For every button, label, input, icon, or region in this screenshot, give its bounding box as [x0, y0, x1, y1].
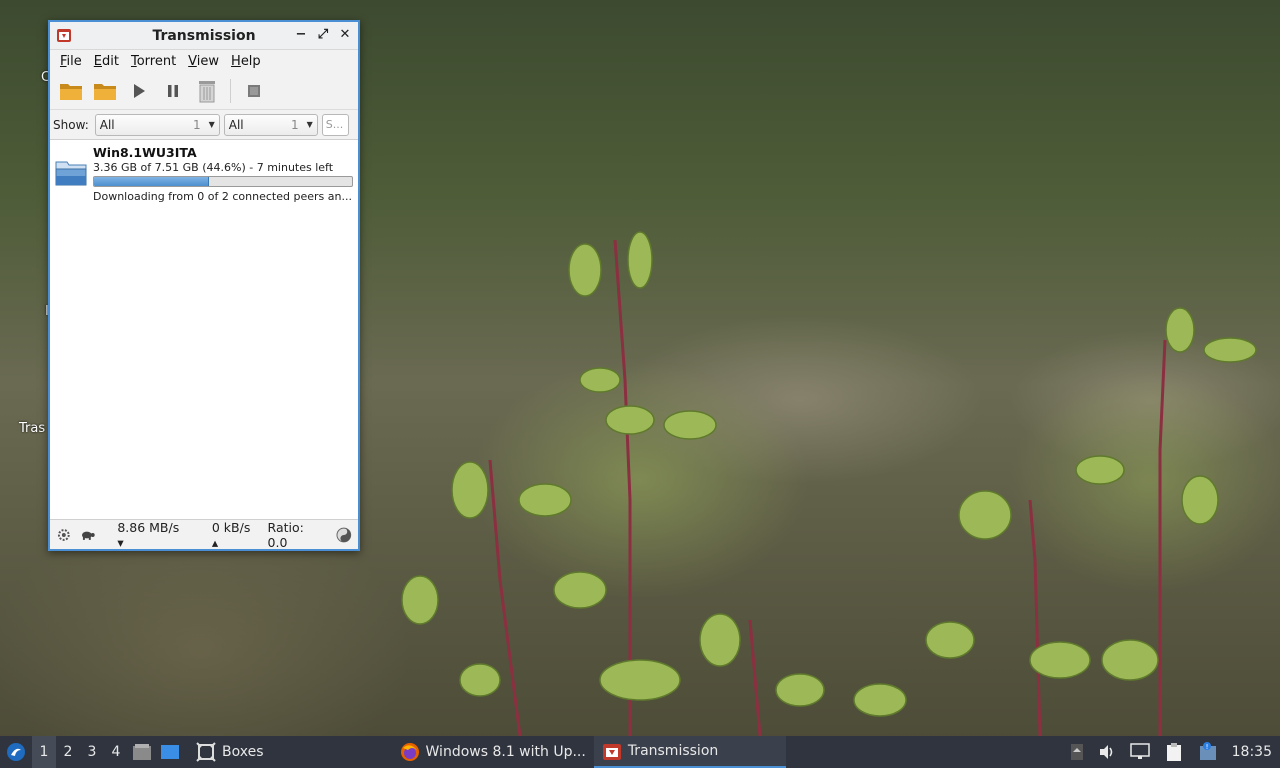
clock[interactable]: 18:35	[1232, 744, 1272, 760]
torrent-progress-text: 3.36 GB of 7.51 GB (44.6%) - 7 minutes l…	[93, 161, 334, 174]
torrent-row[interactable]: Win8.1WU3ITA 3.36 GB of 7.51 GB (44.6%) …	[50, 141, 358, 205]
tracker-filter-count: 1	[290, 117, 299, 132]
chevron-down-icon: ▼	[306, 120, 313, 129]
tracker-filter-value: All	[228, 117, 244, 132]
status-bar: 8.86 MB/s ▾ 0 kB/s ▴ Ratio: 0.0	[50, 519, 358, 550]
torrent-progress-bar	[93, 176, 353, 187]
torrent-list: Win8.1WU3ITA 3.36 GB of 7.51 GB (44.6%) …	[50, 141, 358, 519]
taskbar: 1 2 3 4 Boxes Windows 8.1 with Up... Tra…	[0, 736, 1280, 768]
network-icon[interactable]	[1129, 743, 1150, 761]
gear-icon[interactable]	[56, 527, 72, 543]
task-boxes[interactable]: Boxes	[188, 736, 272, 768]
boxes-icon	[196, 742, 216, 762]
search-input[interactable]: S...	[321, 113, 349, 136]
open-url-button[interactable]	[90, 76, 120, 106]
open-url-folder-icon	[94, 83, 116, 100]
progress-fill	[94, 177, 210, 186]
activity-filter-select[interactable]: All 1 ▼	[94, 113, 220, 136]
properties-icon	[248, 84, 260, 97]
turtle-icon[interactable]	[80, 529, 96, 541]
activity-filter-count: 1	[192, 117, 201, 132]
filter-bar: Show: All 1 ▼ All 1 ▼ S...	[50, 110, 358, 140]
menu-edit[interactable]: Edit	[88, 54, 125, 69]
svg-text:!: !	[1205, 743, 1208, 751]
start-button[interactable]	[124, 76, 154, 106]
upload-speed: 0 kB/s ▴	[211, 519, 251, 550]
lxqt-menu-icon	[7, 743, 25, 761]
volume-icon[interactable]	[1098, 743, 1116, 761]
maximize-button[interactable]: ⤢	[316, 26, 330, 44]
window-titlebar[interactable]: Transmission − ⤢ ✕	[50, 22, 358, 50]
desktop-icon-label[interactable]: Tras	[19, 421, 45, 436]
system-tray: ! 18:35	[1070, 736, 1280, 768]
menu-torrent[interactable]: Torrent	[125, 54, 182, 69]
download-speed: 8.86 MB/s ▾	[117, 519, 180, 550]
chevron-down-icon: ▼	[208, 120, 215, 129]
start-icon	[134, 83, 145, 98]
tracker-filter-select[interactable]: All 1 ▼	[223, 113, 318, 136]
pause-button[interactable]	[158, 76, 188, 106]
firefox-icon	[400, 743, 419, 761]
show-desktop-button[interactable]	[156, 736, 184, 768]
ratio-mode-icon[interactable]	[336, 527, 352, 543]
folder-icon	[55, 161, 87, 186]
activity-filter-value: All	[99, 117, 115, 132]
task-label: Transmission	[627, 743, 719, 759]
file-manager-icon	[133, 744, 151, 760]
menu-view[interactable]: View	[182, 54, 225, 69]
workspace-4[interactable]: 4	[104, 736, 128, 768]
remove-icon	[199, 80, 215, 102]
tray-expand-icon[interactable]	[1070, 743, 1084, 761]
transmission-window: Transmission − ⤢ ✕ File Edit Torrent Vie…	[48, 20, 360, 551]
task-label: Windows 8.1 with Up...	[425, 744, 586, 760]
toolbar-separator	[230, 78, 231, 103]
menubar: File Edit Torrent View Help	[50, 50, 358, 72]
clipboard-icon[interactable]	[1164, 742, 1184, 762]
transmission-icon	[602, 744, 621, 760]
close-button[interactable]: ✕	[338, 26, 352, 44]
properties-button[interactable]	[239, 76, 269, 106]
task-firefox[interactable]: Windows 8.1 with Up...	[392, 736, 594, 768]
open-folder-icon	[60, 83, 82, 100]
menu-file[interactable]: File	[54, 54, 88, 69]
torrent-name: Win8.1WU3ITA	[93, 145, 197, 160]
remove-button[interactable]	[192, 76, 222, 106]
torrent-status: Downloading from 0 of 2 connected peers …	[93, 190, 352, 203]
desktop-icon	[161, 745, 179, 759]
pause-icon	[168, 84, 178, 97]
open-torrent-button[interactable]	[56, 76, 86, 106]
toolbar	[50, 72, 358, 110]
minimize-button[interactable]: −	[294, 26, 308, 44]
workspace-1[interactable]: 1	[32, 736, 56, 768]
start-menu-button[interactable]	[0, 736, 32, 768]
show-label: Show:	[53, 117, 89, 132]
workspace-3[interactable]: 3	[80, 736, 104, 768]
file-manager-launcher[interactable]	[128, 736, 156, 768]
menu-help[interactable]: Help	[225, 54, 267, 69]
task-label: Boxes	[222, 744, 264, 760]
workspace-2[interactable]: 2	[56, 736, 80, 768]
ratio-label: Ratio: 0.0	[267, 519, 304, 550]
notification-icon[interactable]: !	[1198, 742, 1218, 762]
task-transmission[interactable]: Transmission	[593, 736, 786, 768]
